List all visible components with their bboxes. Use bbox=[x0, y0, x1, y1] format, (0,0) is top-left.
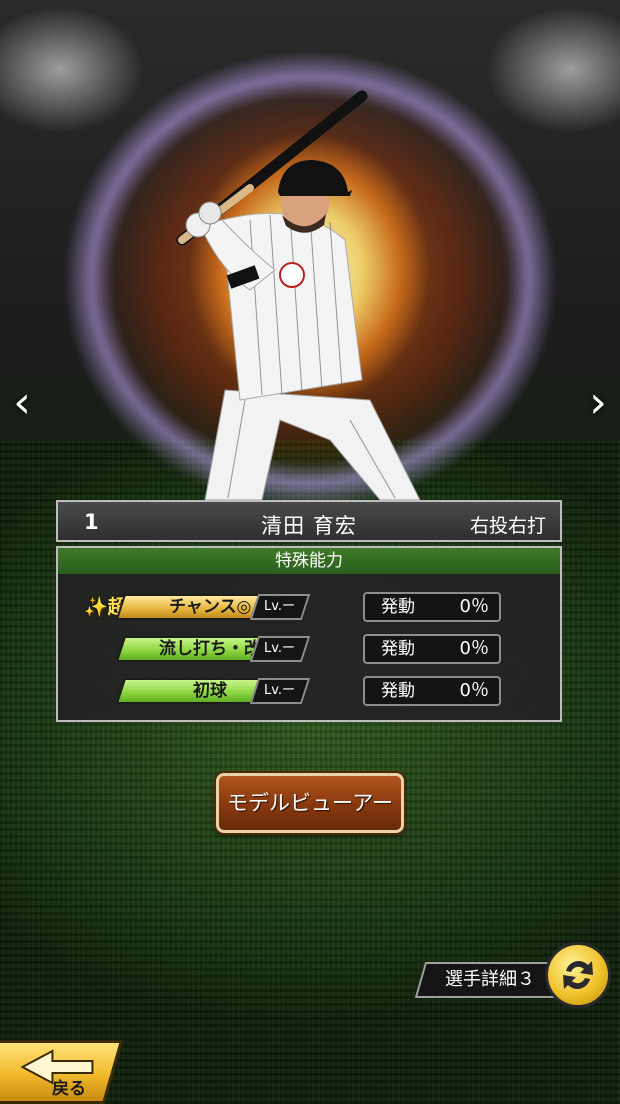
ability-level: Lv.ー bbox=[249, 594, 311, 620]
activation-percent: 0％ bbox=[459, 680, 489, 701]
ability-level: Lv.ー bbox=[249, 636, 311, 662]
activation-percent: 0％ bbox=[459, 596, 489, 617]
ability-level: Lv.ー bbox=[249, 678, 311, 704]
activation-stat: 発動 0％ bbox=[363, 592, 501, 622]
special-abilities-panel: 特殊能力 ✨超 チャンス◎ Lv.ー 発動 0％ 流し打ち・改 Lv.ー 発動 … bbox=[56, 546, 562, 722]
chevron-right-icon: › bbox=[589, 377, 607, 428]
swap-arrows-icon bbox=[563, 961, 593, 989]
activation-stat: 発動 0％ bbox=[363, 676, 501, 706]
player-card-screen: ‹ › 1 清田 育宏 右投右打 特殊能力 ✨超 チャンス◎ Lv.ー 発動 0… bbox=[0, 0, 620, 1104]
activation-stat: 発動 0％ bbox=[363, 634, 501, 664]
ability-row[interactable]: 初球 Lv.ー 発動 0％ bbox=[58, 676, 560, 706]
player-header: 1 清田 育宏 右投右打 bbox=[56, 500, 562, 542]
activation-percent: 0％ bbox=[459, 638, 489, 659]
prev-player-button[interactable]: ‹ bbox=[2, 378, 42, 428]
player-detail-tab[interactable]: 選手詳細３ bbox=[414, 962, 566, 998]
ability-row[interactable]: 流し打ち・改 Lv.ー 発動 0％ bbox=[58, 634, 560, 664]
player-image bbox=[176, 90, 421, 501]
chevron-left-icon: ‹ bbox=[13, 377, 31, 428]
model-viewer-button[interactable]: モデルビューアー bbox=[216, 773, 404, 833]
handedness: 右投右打 bbox=[469, 515, 546, 537]
swap-button[interactable] bbox=[545, 942, 611, 1008]
back-label: 戻る bbox=[52, 1079, 86, 1099]
activation-label: 発動 bbox=[381, 681, 415, 701]
activation-label: 発動 bbox=[381, 639, 415, 659]
panel-title: 特殊能力 bbox=[58, 548, 560, 574]
ability-row[interactable]: ✨超 チャンス◎ Lv.ー 発動 0％ bbox=[58, 592, 560, 622]
next-player-button[interactable]: › bbox=[578, 378, 618, 428]
activation-label: 発動 bbox=[381, 597, 415, 617]
